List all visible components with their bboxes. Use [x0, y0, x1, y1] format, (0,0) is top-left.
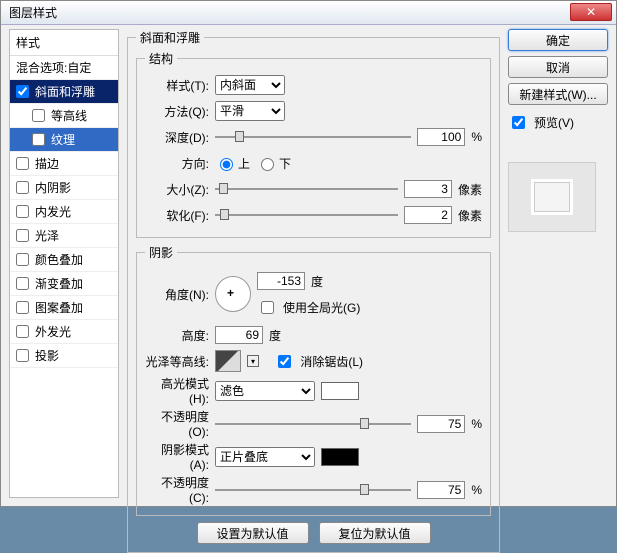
global-light-checkbox[interactable]	[261, 301, 274, 314]
angle-label: 角度(N):	[145, 286, 209, 303]
bevel-legend: 斜面和浮雕	[136, 29, 204, 46]
size-input[interactable]	[404, 180, 452, 198]
direction-up[interactable]: 上	[215, 155, 250, 172]
stroke-checkbox[interactable]	[16, 157, 29, 170]
outerglow-checkbox[interactable]	[16, 325, 29, 338]
altitude-label: 高度:	[145, 327, 209, 344]
shadow-mode-label: 阴影模式(A):	[145, 441, 209, 472]
preview-checkbox[interactable]	[512, 116, 525, 129]
bevel-checkbox[interactable]	[16, 85, 29, 98]
close-button[interactable]: ✕	[570, 3, 612, 21]
size-slider[interactable]	[215, 180, 398, 198]
size-label: 大小(Z):	[145, 181, 209, 198]
cancel-button[interactable]: 取消	[508, 56, 608, 78]
gradientoverlay-checkbox[interactable]	[16, 277, 29, 290]
preview-box	[508, 162, 596, 232]
satin-checkbox[interactable]	[16, 229, 29, 242]
sidebar-item-bevel[interactable]: 斜面和浮雕	[10, 80, 118, 104]
coloroverlay-checkbox[interactable]	[16, 253, 29, 266]
new-style-button[interactable]: 新建样式(W)...	[508, 83, 608, 105]
antialias-checkbox[interactable]	[278, 355, 291, 368]
innerglow-checkbox[interactable]	[16, 205, 29, 218]
sidebar-header: 样式	[10, 30, 118, 56]
tech-label: 方法(Q):	[145, 103, 209, 120]
shadow-opacity-input[interactable]	[417, 481, 465, 499]
angle-input[interactable]	[257, 272, 305, 290]
shadow-opacity-slider[interactable]	[215, 481, 411, 499]
highlight-mode-label: 高光模式(H):	[145, 375, 209, 406]
technique-select[interactable]: 平滑	[215, 101, 285, 121]
angle-wheel[interactable]	[215, 276, 251, 312]
texture-checkbox[interactable]	[32, 133, 45, 146]
contour-checkbox[interactable]	[32, 109, 45, 122]
sidebar-item-dropshadow[interactable]: 投影	[10, 344, 118, 368]
sidebar-item-patternoverlay[interactable]: 图案叠加	[10, 296, 118, 320]
dropshadow-checkbox[interactable]	[16, 349, 29, 362]
gloss-dropdown-icon[interactable]: ▾	[247, 355, 259, 367]
depth-slider[interactable]	[215, 128, 411, 146]
bevel-group: 斜面和浮雕 结构 样式(T):内斜面 方法(Q):平滑 深度(D):% 方向: …	[127, 29, 500, 553]
window-title: 图层样式	[9, 6, 57, 20]
highlight-color-swatch[interactable]	[321, 382, 359, 400]
soften-input[interactable]	[404, 206, 452, 224]
shadow-opacity-label: 不透明度(C):	[145, 474, 209, 505]
highlight-opacity-input[interactable]	[417, 415, 465, 433]
style-select[interactable]: 内斜面	[215, 75, 285, 95]
style-label: 样式(T):	[145, 77, 209, 94]
sidebar-item-satin[interactable]: 光泽	[10, 224, 118, 248]
structure-legend: 结构	[145, 50, 177, 67]
right-column: 确定 取消 新建样式(W)... 预览(V)	[508, 29, 608, 232]
soften-label: 软化(F):	[145, 207, 209, 224]
direction-label: 方向:	[145, 155, 209, 172]
sidebar-item-stroke[interactable]: 描边	[10, 152, 118, 176]
sidebar-item-innerglow[interactable]: 内发光	[10, 200, 118, 224]
titlebar[interactable]: 图层样式 ✕	[1, 1, 616, 25]
soften-slider[interactable]	[215, 206, 398, 224]
structure-group: 结构 样式(T):内斜面 方法(Q):平滑 深度(D):% 方向: 上 下 大小…	[136, 50, 491, 238]
shadow-legend: 阴影	[145, 244, 177, 261]
sidebar-item-texture[interactable]: 纹理	[10, 128, 118, 152]
styles-sidebar: 样式 混合选项:自定 斜面和浮雕 等高线 纹理 描边 内阴影 内发光 光泽 颜色…	[9, 29, 119, 498]
sidebar-item-contour[interactable]: 等高线	[10, 104, 118, 128]
main-panel: 斜面和浮雕 结构 样式(T):内斜面 方法(Q):平滑 深度(D):% 方向: …	[127, 29, 500, 498]
gloss-label: 光泽等高线:	[145, 353, 209, 370]
sidebar-item-innershadow[interactable]: 内阴影	[10, 176, 118, 200]
altitude-input[interactable]	[215, 326, 263, 344]
set-default-button[interactable]: 设置为默认值	[197, 522, 309, 544]
shadow-mode-select[interactable]: 正片叠底	[215, 447, 315, 467]
layer-style-dialog: 图层样式 ✕ 样式 混合选项:自定 斜面和浮雕 等高线 纹理 描边 内阴影 内发…	[0, 0, 617, 507]
sidebar-item-coloroverlay[interactable]: 颜色叠加	[10, 248, 118, 272]
blend-options-item[interactable]: 混合选项:自定	[10, 56, 118, 80]
depth-label: 深度(D):	[145, 129, 209, 146]
highlight-opacity-label: 不透明度(O):	[145, 408, 209, 439]
ok-button[interactable]: 确定	[508, 29, 608, 51]
shadow-group: 阴影 角度(N): 度 使用全局光(G) 高度:度 光泽等高线:▾ 消除锯齿(L…	[136, 244, 491, 516]
reset-default-button[interactable]: 复位为默认值	[319, 522, 431, 544]
sidebar-item-outerglow[interactable]: 外发光	[10, 320, 118, 344]
preview-swatch	[531, 179, 573, 215]
depth-input[interactable]	[417, 128, 465, 146]
highlight-opacity-slider[interactable]	[215, 415, 411, 433]
sidebar-item-gradientoverlay[interactable]: 渐变叠加	[10, 272, 118, 296]
highlight-mode-select[interactable]: 滤色	[215, 381, 315, 401]
shadow-color-swatch[interactable]	[321, 448, 359, 466]
gloss-contour-picker[interactable]	[215, 350, 241, 372]
direction-down[interactable]: 下	[256, 155, 291, 172]
innershadow-checkbox[interactable]	[16, 181, 29, 194]
patternoverlay-checkbox[interactable]	[16, 301, 29, 314]
